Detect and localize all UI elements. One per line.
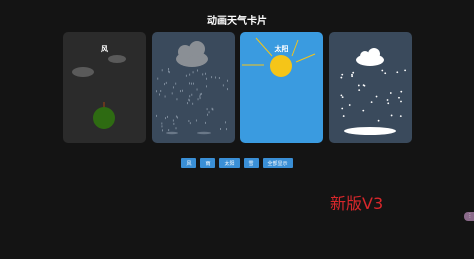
snowflake-icon [340,94,343,97]
snowflake-icon [386,99,389,101]
snowflake-icon [390,114,393,117]
side-panel-handle[interactable]: ⋮ [464,212,474,221]
snowflake-icon [398,96,400,99]
sun-ray [295,53,316,63]
snowflake-icon [357,84,360,87]
snowflake-icon [340,76,343,79]
snowflake-icon [358,89,361,92]
snowflake-icon [375,95,378,98]
snowflake-icon [341,107,344,110]
wind-card: 风 [63,32,146,143]
snow-scene [340,48,407,135]
puddle [166,131,178,135]
snowflake-icon [348,104,351,106]
sun-card-label: 太阳 [274,45,289,53]
sun-button[interactable]: 太阳 [219,158,240,168]
rain-card [152,32,235,143]
cloud-icon [72,67,94,77]
cloud-icon [108,55,126,63]
snow-button[interactable]: 雪 [243,158,259,168]
version-label: 新版V3 [330,194,384,213]
show-all-button[interactable]: 全部显示 [262,158,293,168]
snowflake-icon [341,73,344,76]
snow-card [329,32,412,143]
snowflake-icon [352,71,355,74]
rain-button[interactable]: 雨 [200,158,216,168]
snowflake-icon [351,75,353,78]
page-title: 动画天气卡片 [207,16,267,27]
snowflake-icon [399,115,402,118]
snowflake-icon [362,109,365,112]
sun-icon [270,55,292,77]
wind-card-label: 风 [101,45,108,53]
tree-icon [93,107,115,129]
snowflake-icon [389,92,392,94]
snowflake-icon [341,96,344,99]
snowflake-icon [400,100,402,103]
snowflake-icon [400,90,403,93]
cloud-icon [356,48,384,66]
snowflake-icon [377,119,380,122]
snowflake-icon [387,102,390,105]
snowflake-icon [384,72,387,75]
sun-card: 太阳 [240,32,323,143]
snowflake-icon [404,69,407,72]
rain-scene [156,41,228,135]
weather-button-row: 风 雨 太阳 雪 全部显示 [0,158,474,168]
wind-button[interactable]: 风 [181,158,197,168]
snowflake-icon [381,69,384,72]
snowflake-icon [342,115,345,117]
snowflake-icon [362,84,365,86]
snow-pile [344,127,396,135]
weather-cards-page: 动画天气卡片 风 太阳 风 雨 太阳 雪 全部显示 新版V3 ⋮ [0,0,474,259]
snowflake-icon [370,101,373,104]
cloud-icon [176,41,208,67]
puddle [197,131,211,135]
snowflake-icon [396,71,399,74]
